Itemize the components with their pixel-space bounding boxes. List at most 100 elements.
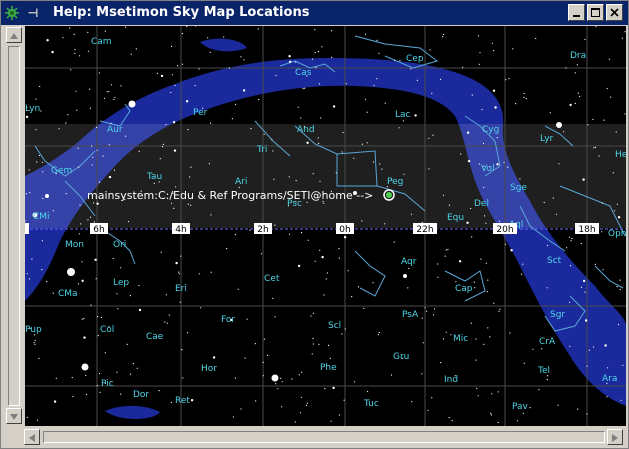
star (601, 202, 603, 204)
star (335, 172, 337, 174)
star (592, 118, 594, 121)
star (291, 378, 293, 380)
star (568, 301, 571, 303)
star (558, 163, 560, 165)
sky-map-canvas[interactable]: Cam Lyn Aur Per Cas Cep Dra Lac Cyg Lyr Her And Tri G… (25, 26, 626, 426)
vertical-scroll-track[interactable] (8, 46, 20, 406)
constellation-label: Gru (393, 352, 409, 362)
star (318, 343, 320, 345)
vertical-scrollbar[interactable] (5, 26, 23, 426)
star (96, 316, 99, 318)
location-tag: mainsystem:C:/Edu & Ref Programs/SETI@ho… (87, 189, 373, 202)
star (373, 84, 375, 86)
star (410, 213, 413, 215)
star (442, 36, 444, 38)
star (104, 352, 106, 354)
star (226, 248, 228, 250)
star (116, 293, 118, 295)
star (327, 344, 330, 346)
star (181, 63, 184, 65)
star (53, 400, 57, 403)
constellation-label: Per (193, 108, 208, 118)
star (331, 56, 333, 58)
constellation-label: Col (100, 325, 114, 335)
star (120, 393, 122, 395)
star (132, 363, 134, 365)
star (41, 161, 43, 163)
constellation-label: PsA (402, 310, 419, 320)
scroll-right-button[interactable] (607, 429, 623, 445)
constellation-label: Peg (387, 177, 403, 187)
star (262, 375, 264, 377)
star (288, 60, 292, 63)
star (81, 279, 84, 282)
star (187, 129, 189, 131)
star (243, 59, 245, 61)
star (240, 408, 242, 410)
star (40, 110, 42, 112)
sky-map[interactable]: Cam Lyn Aur Per Cas Cep Dra Lac Cyg Lyr Her And Tri G… (25, 26, 626, 426)
star (294, 421, 296, 423)
star (70, 69, 72, 71)
close-button[interactable] (606, 4, 623, 21)
star (569, 345, 571, 347)
star (178, 271, 180, 273)
constellation-label: Cap (455, 284, 473, 294)
minimize-button[interactable] (568, 4, 585, 21)
star (603, 119, 605, 121)
scroll-down-button[interactable] (6, 408, 22, 424)
star (428, 168, 430, 170)
star (244, 357, 246, 359)
star (275, 74, 277, 77)
constellation-label: Lyr (540, 134, 554, 144)
star (96, 149, 98, 151)
star (46, 39, 49, 42)
star (496, 163, 499, 166)
star (343, 399, 345, 401)
maximize-button[interactable] (587, 4, 604, 21)
star (255, 400, 257, 402)
bright-star (45, 194, 49, 198)
star (490, 414, 493, 416)
star (310, 315, 312, 317)
star (477, 395, 479, 397)
star (378, 52, 380, 54)
star (338, 414, 340, 416)
star (498, 220, 501, 222)
hour-label: 18h (578, 225, 595, 235)
star (451, 420, 453, 422)
constellation-label: Mic (453, 334, 468, 344)
star (341, 151, 343, 153)
constellation-label: Ari (235, 177, 247, 187)
star (489, 336, 491, 338)
hour-label: 20h (496, 225, 513, 235)
star (431, 92, 433, 94)
constellation-label: Cet (264, 274, 280, 284)
star (69, 27, 71, 29)
star (41, 240, 43, 242)
star (584, 291, 586, 293)
horizontal-scroll-track[interactable] (43, 431, 605, 443)
star (189, 176, 191, 178)
scroll-left-button[interactable] (24, 429, 40, 445)
star (538, 389, 540, 391)
constellation-label: Sgr (550, 310, 565, 320)
star (52, 292, 54, 294)
star (300, 232, 303, 234)
arrow-left-icon (29, 434, 35, 442)
star (127, 220, 130, 223)
scroll-up-button[interactable] (6, 27, 22, 43)
star (577, 408, 579, 410)
star (288, 176, 290, 178)
star (87, 31, 89, 33)
star (332, 105, 336, 108)
pin-icon[interactable]: ⊣ (25, 4, 41, 22)
horizontal-scrollbar[interactable] (23, 428, 625, 446)
constellation-label: Scl (328, 321, 341, 331)
star (515, 103, 517, 105)
title-bar[interactable]: ⊣ Help: Msetimon Sky Map Locations (1, 1, 628, 25)
star (376, 78, 378, 80)
constellation-label: Equ (447, 213, 464, 223)
star (129, 295, 131, 297)
hour-label: 22h (416, 225, 433, 235)
